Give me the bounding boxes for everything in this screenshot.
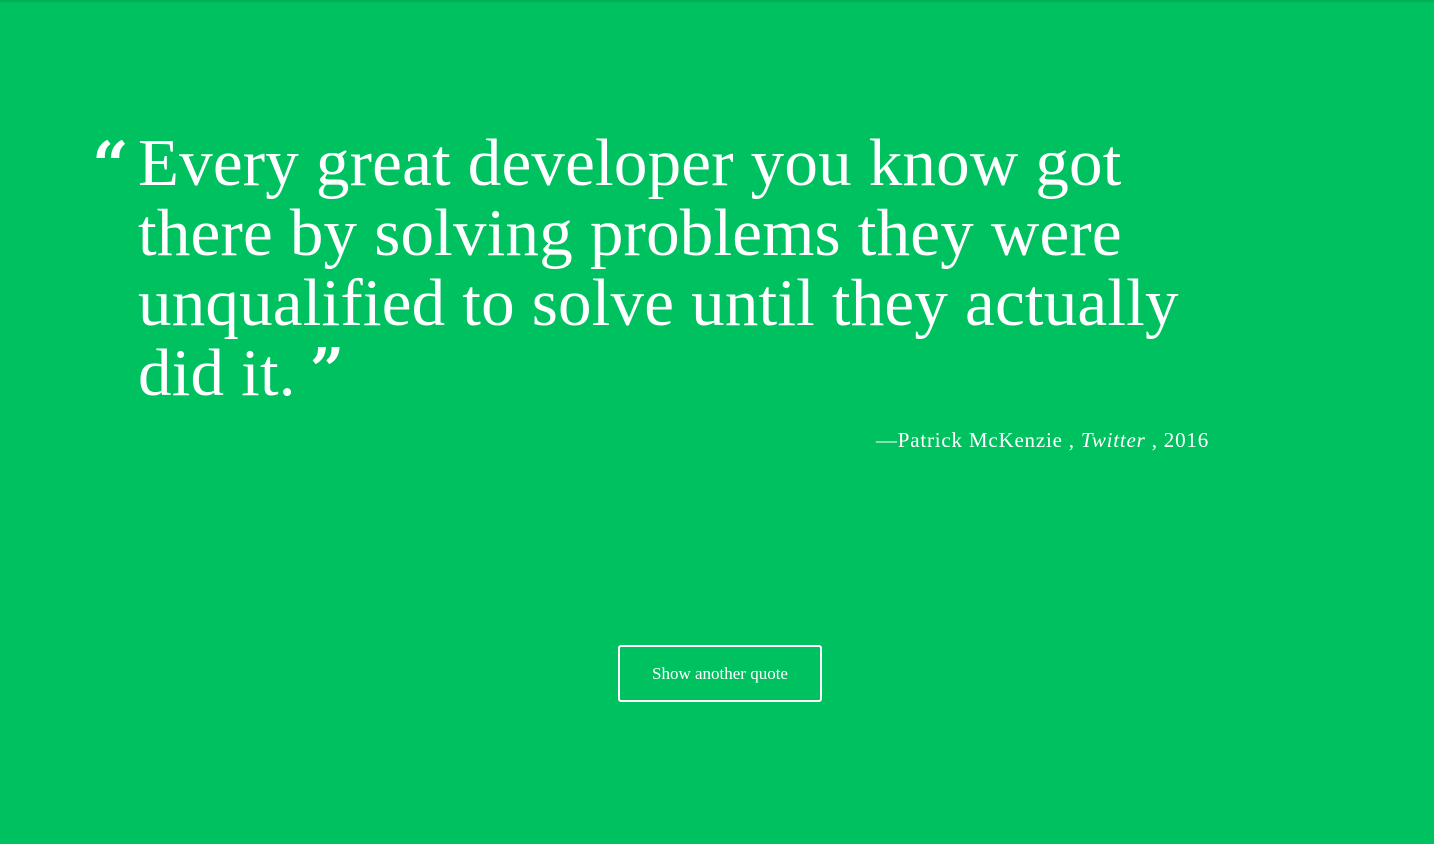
quote-year: 2016 (1163, 428, 1209, 452)
quote-source: Twitter (1080, 428, 1146, 452)
attribution-separator: , (1062, 428, 1081, 452)
top-shadow-bar (0, 0, 1434, 3)
quote-block: “ Every great developer you know got the… (92, 128, 1252, 408)
quote-author: Patrick McKenzie (897, 428, 1063, 452)
quote-text: Every great developer you know got there… (138, 126, 1179, 410)
quote-text-container: Every great developer you know got there… (138, 128, 1252, 408)
attribution-separator: , (1145, 428, 1164, 452)
open-quote-icon: “ (92, 128, 129, 203)
attribution-dash: — (875, 428, 898, 452)
show-another-quote-button[interactable]: Show another quote (618, 645, 822, 702)
close-quote-icon: ” (309, 336, 345, 406)
quote-attribution: —Patrick McKenzie , Twitter , 2016 (876, 428, 1209, 453)
